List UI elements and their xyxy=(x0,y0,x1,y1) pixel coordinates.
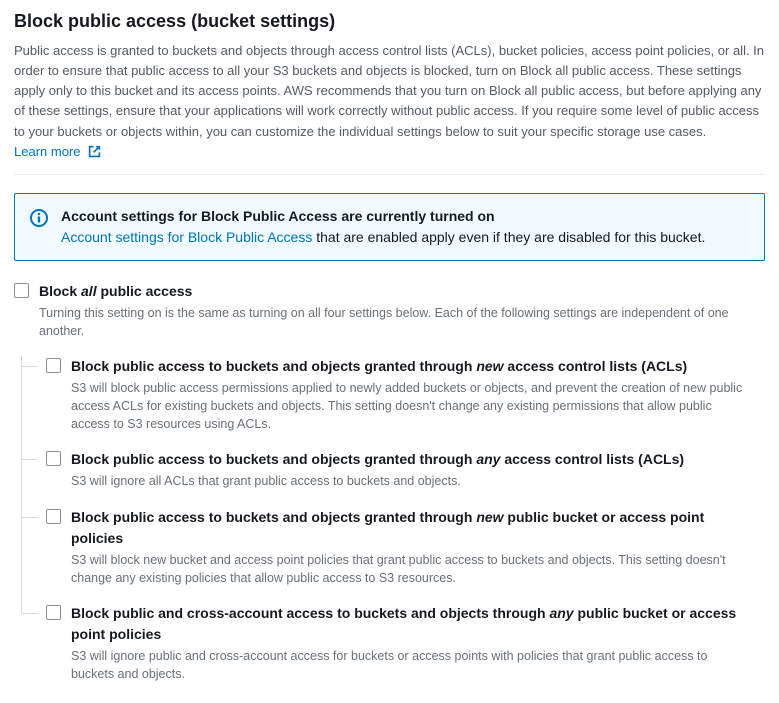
sub-option-2: Block public access to buckets and objec… xyxy=(42,449,765,490)
info-link[interactable]: Account settings for Block Public Access xyxy=(61,229,312,245)
divider xyxy=(14,174,765,175)
page-desc-text: Public access is granted to buckets and … xyxy=(14,43,764,139)
sub-checkbox-3[interactable] xyxy=(46,509,61,524)
block-all-desc: Turning this setting on is the same as t… xyxy=(39,304,765,340)
sub-desc-3: S3 will block new bucket and access poin… xyxy=(71,551,751,587)
learn-more-link[interactable]: Learn more xyxy=(14,144,101,159)
info-rest: that are enabled apply even if they are … xyxy=(312,229,705,245)
sub-desc-4: S3 will ignore public and cross-account … xyxy=(71,647,751,683)
sub-label-3: Block public access to buckets and objec… xyxy=(71,507,751,549)
sub-checkbox-2[interactable] xyxy=(46,451,61,466)
sub-desc-2: S3 will ignore all ACLs that grant publi… xyxy=(71,472,684,490)
sub-label-2: Block public access to buckets and objec… xyxy=(71,449,684,470)
info-icon xyxy=(29,208,49,234)
sub-checkbox-1[interactable] xyxy=(46,358,61,373)
learn-more-text: Learn more xyxy=(14,144,80,159)
sub-option-4: Block public and cross-account access to… xyxy=(42,603,765,683)
sub-desc-1: S3 will block public access permissions … xyxy=(71,379,751,433)
block-all-label: Block all public access xyxy=(39,281,765,302)
sub-option-1: Block public access to buckets and objec… xyxy=(42,356,765,433)
info-title: Account settings for Block Public Access… xyxy=(61,206,705,227)
page-description: Public access is granted to buckets and … xyxy=(14,41,765,164)
info-alert: Account settings for Block Public Access… xyxy=(14,193,765,261)
external-link-icon xyxy=(88,144,101,164)
info-text: Account settings for Block Public Access… xyxy=(61,227,705,248)
sub-checkbox-4[interactable] xyxy=(46,605,61,620)
sub-label-4: Block public and cross-account access to… xyxy=(71,603,751,645)
sub-option-3: Block public access to buckets and objec… xyxy=(42,507,765,587)
page-title: Block public access (bucket settings) xyxy=(14,8,765,35)
block-all-checkbox[interactable] xyxy=(14,283,29,298)
block-all-option: Block all public access Turning this set… xyxy=(14,281,765,340)
sub-label-1: Block public access to buckets and objec… xyxy=(71,356,751,377)
sub-options-tree: Block public access to buckets and objec… xyxy=(21,356,765,683)
